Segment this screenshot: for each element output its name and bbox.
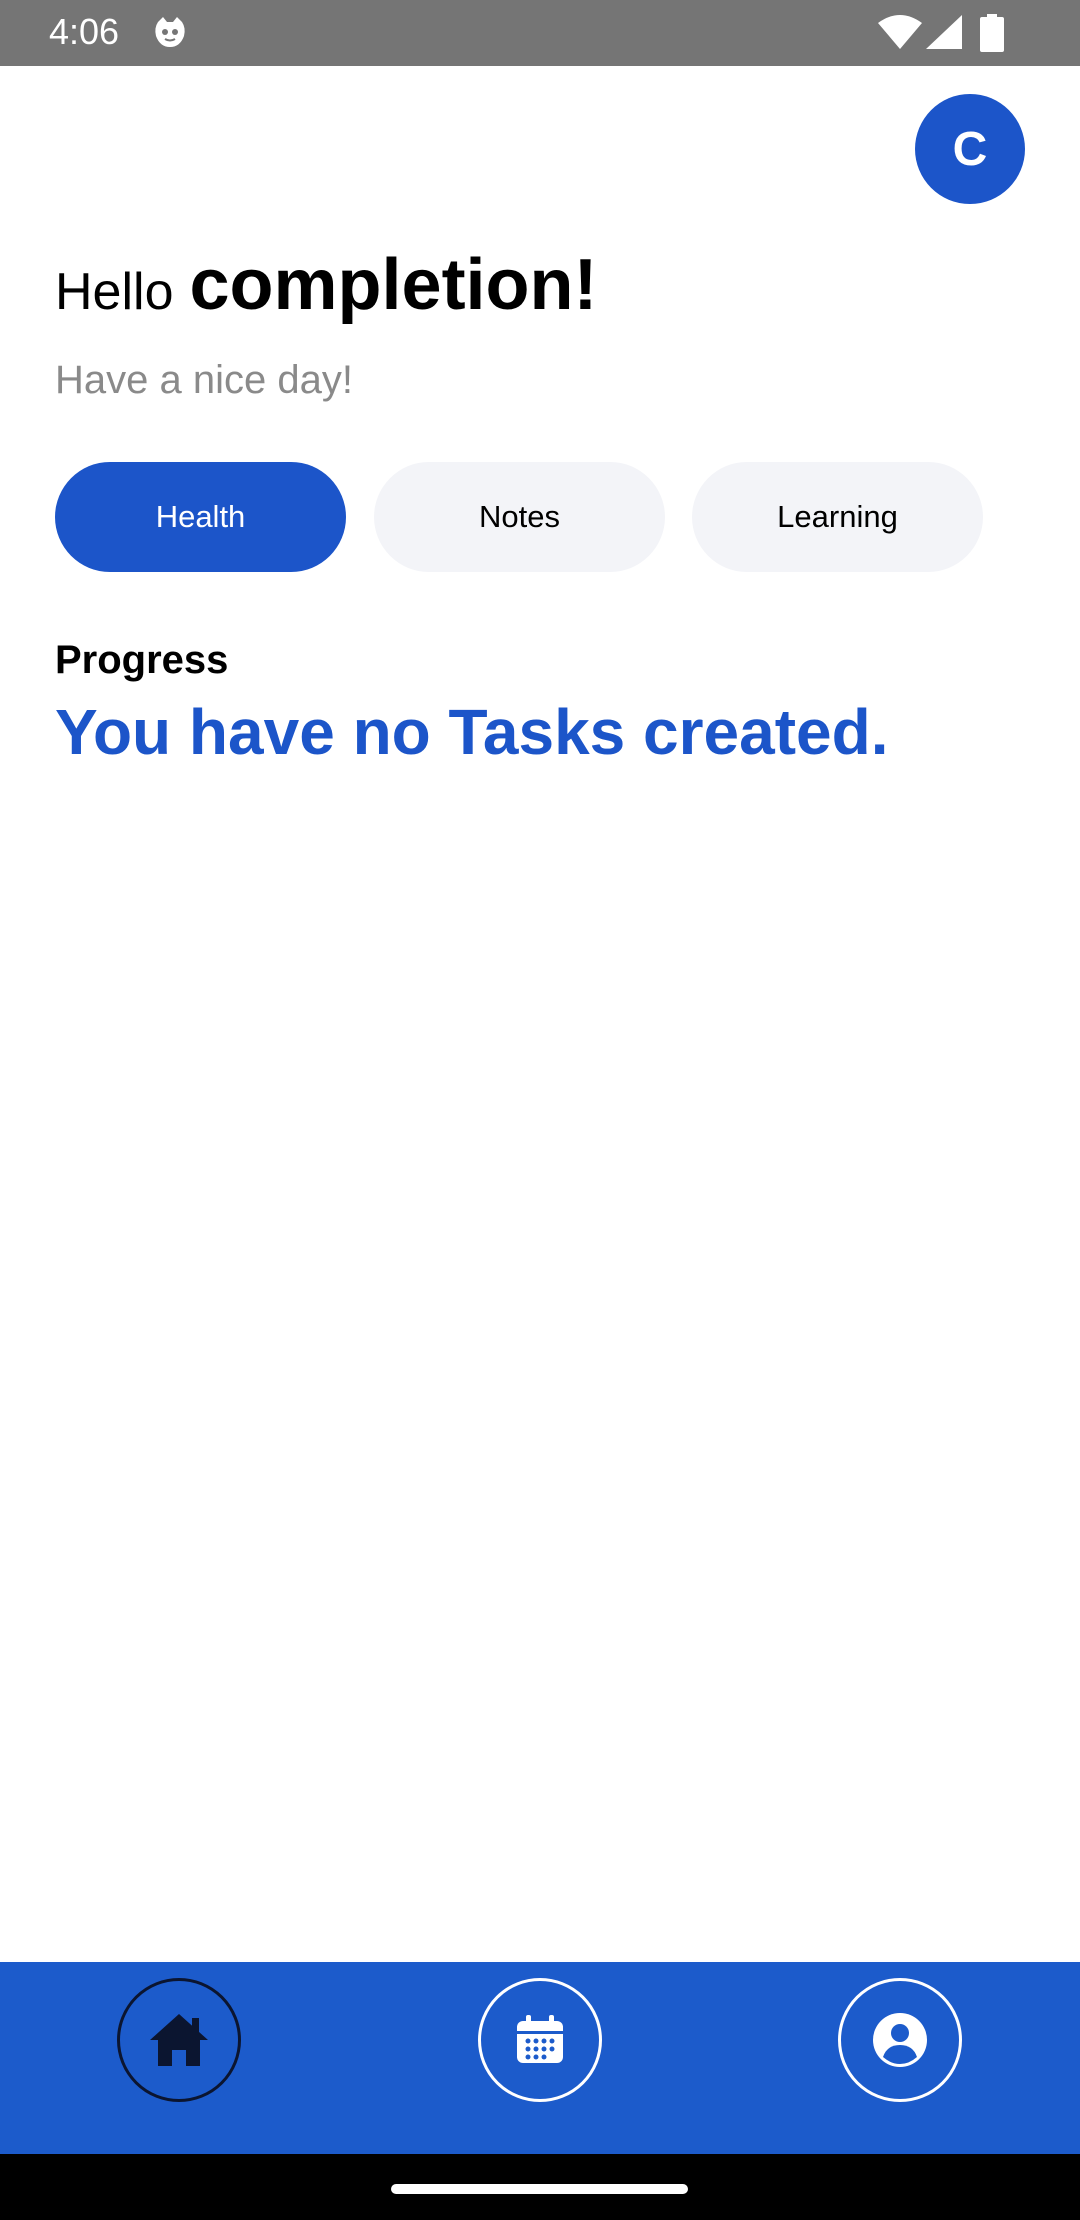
nav-home-button[interactable] (117, 1978, 241, 2102)
wifi-icon (878, 15, 922, 49)
progress-title: Progress (55, 638, 229, 682)
nav-profile-button[interactable] (838, 1978, 962, 2102)
avatar[interactable]: C (915, 94, 1025, 204)
profile-icon (873, 2013, 927, 2067)
chip-label: Learning (777, 499, 898, 534)
status-bar: 4:06 (0, 0, 1080, 66)
greeting-name: completion! (189, 245, 598, 325)
category-chip-notes[interactable]: Notes (374, 462, 665, 572)
home-indicator[interactable] (391, 2184, 688, 2194)
status-time: 4:06 (49, 11, 120, 52)
cat-face-icon (155, 17, 185, 47)
home-icon (150, 2014, 208, 2066)
category-chip-health[interactable]: Health (55, 462, 346, 572)
nav-calendar-button[interactable] (478, 1978, 602, 2102)
chip-label: Notes (479, 499, 560, 534)
bottom-nav (0, 1962, 1080, 2154)
battery-icon (980, 14, 1004, 52)
calendar-icon (517, 2015, 563, 2063)
avatar-initial: C (952, 122, 988, 176)
cell-signal-icon (926, 15, 962, 49)
greeting-hello: Hello (55, 263, 174, 321)
chip-label: Health (155, 499, 246, 534)
category-chip-learning[interactable]: Learning (692, 462, 983, 572)
greeting-subtitle: Have a nice day! (55, 358, 353, 402)
system-nav-bar (0, 2154, 1080, 2220)
greeting: Hello completion! (55, 244, 598, 325)
empty-tasks-message: You have no Tasks created. (55, 696, 889, 768)
